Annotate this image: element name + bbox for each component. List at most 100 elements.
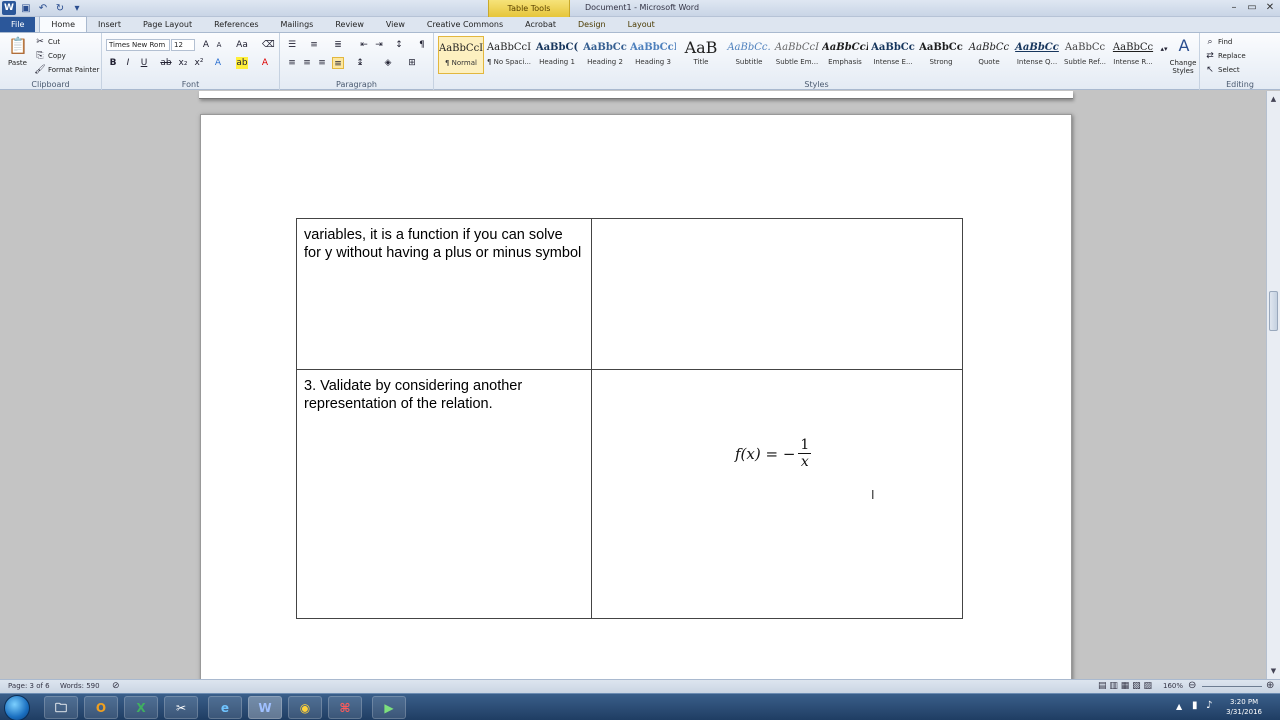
- strikethrough-icon[interactable]: ab: [160, 57, 172, 69]
- tray-arrow-icon[interactable]: ▲: [1176, 702, 1182, 711]
- justify-icon[interactable]: ≡: [332, 57, 344, 69]
- copy-button[interactable]: Copy: [48, 52, 66, 60]
- tab-design[interactable]: Design: [567, 17, 617, 32]
- tab-references[interactable]: References: [203, 17, 269, 32]
- style-heading-3[interactable]: AaBbCcI Heading 3: [630, 36, 676, 74]
- show-formatting-icon[interactable]: ¶: [416, 39, 428, 51]
- scroll-down-icon[interactable]: ▼: [1267, 665, 1280, 677]
- subscript-icon[interactable]: x₂: [177, 57, 189, 69]
- tab-insert[interactable]: Insert: [87, 17, 132, 32]
- table-cell[interactable]: variables, it is a function if you can s…: [296, 218, 592, 370]
- save-icon[interactable]: ▣: [19, 1, 33, 15]
- excel-icon[interactable]: X: [124, 696, 158, 719]
- style-no-spacing[interactable]: AaBbCcI ¶ No Spaci...: [486, 36, 532, 74]
- zoom-out-icon[interactable]: ⊖: [1188, 680, 1196, 691]
- style-strong[interactable]: AaBbCc Strong: [918, 36, 964, 74]
- numbering-icon[interactable]: ≡: [308, 39, 320, 51]
- borders-icon[interactable]: ⊞: [406, 57, 418, 69]
- font-color-icon[interactable]: A: [259, 57, 271, 69]
- paste-icon[interactable]: 📋: [8, 36, 28, 56]
- grow-font-icon[interactable]: A: [200, 39, 212, 51]
- font-name-select[interactable]: Times New Rom: [106, 39, 170, 51]
- style-intense-reference[interactable]: AaBbCc Intense R...: [1110, 36, 1156, 74]
- table-cell[interactable]: [590, 369, 964, 619]
- replace-button[interactable]: Replace: [1218, 52, 1246, 60]
- change-case-icon[interactable]: Aa: [236, 39, 248, 51]
- find-icon[interactable]: ⌕: [1204, 36, 1216, 48]
- style-subtle-emphasis[interactable]: AaBbCcI Subtle Em...: [774, 36, 820, 74]
- document-page[interactable]: variables, it is a function if you can s…: [200, 114, 1072, 679]
- style-subtle-reference[interactable]: AaBbCc Subtle Ref...: [1062, 36, 1108, 74]
- select-icon[interactable]: ↖: [1204, 64, 1216, 76]
- align-center-icon[interactable]: ≡: [301, 57, 313, 69]
- text-effects-icon[interactable]: A: [212, 57, 224, 69]
- shrink-font-icon[interactable]: A: [213, 39, 225, 51]
- word-taskbar-icon[interactable]: W: [248, 696, 282, 719]
- media-player-icon[interactable]: ▶: [372, 696, 406, 719]
- style-heading-2[interactable]: AaBbCc Heading 2: [582, 36, 628, 74]
- italic-icon[interactable]: I: [122, 57, 134, 69]
- bullets-icon[interactable]: ☰: [286, 39, 298, 51]
- zoom-level[interactable]: 160%: [1163, 682, 1183, 690]
- view-buttons-icon[interactable]: ▤ ▥ ▦ ▧ ▨: [1098, 681, 1152, 691]
- tab-mailings[interactable]: Mailings: [270, 17, 325, 32]
- increase-indent-icon[interactable]: ⇥: [373, 39, 385, 51]
- tab-layout[interactable]: Layout: [617, 17, 666, 32]
- superscript-icon[interactable]: x²: [193, 57, 205, 69]
- outlook-icon[interactable]: O: [84, 696, 118, 719]
- tab-file[interactable]: File: [0, 17, 36, 32]
- style-heading-1[interactable]: AaBbC(Heading 1: [534, 36, 580, 74]
- change-styles-icon[interactable]: A: [1172, 36, 1196, 56]
- paste-button[interactable]: Paste: [8, 59, 27, 67]
- align-right-icon[interactable]: ≡: [316, 57, 328, 69]
- network-icon[interactable]: ▮: [1192, 700, 1198, 711]
- document-table[interactable]: variables, it is a function if you can s…: [296, 218, 964, 619]
- scroll-up-icon[interactable]: ▲: [1267, 93, 1280, 105]
- word-logo-icon[interactable]: W: [2, 1, 16, 15]
- style-intense-emphasis[interactable]: AaBbCc Intense E...: [870, 36, 916, 74]
- redo-icon[interactable]: ↻: [53, 1, 67, 15]
- snipping-tool-icon[interactable]: ✂: [164, 696, 198, 719]
- undo-icon[interactable]: ↶: [36, 1, 50, 15]
- underline-icon[interactable]: U: [138, 57, 150, 69]
- styles-scroll-icon[interactable]: ▴▾: [1158, 43, 1170, 55]
- clear-formatting-icon[interactable]: ⌫: [262, 39, 275, 51]
- chrome-icon[interactable]: ◉: [288, 696, 322, 719]
- zoom-slider[interactable]: [1202, 686, 1262, 687]
- tab-review[interactable]: Review: [324, 17, 375, 32]
- style-emphasis[interactable]: AaBbCcI Emphasis: [822, 36, 868, 74]
- volume-icon[interactable]: ♪: [1206, 700, 1212, 711]
- tab-home[interactable]: Home: [39, 16, 88, 32]
- select-button[interactable]: Select: [1218, 66, 1240, 74]
- acrobat-icon[interactable]: ⌘: [328, 696, 362, 719]
- math-equation[interactable]: f(x) = − 1 x: [735, 437, 812, 470]
- maximize-icon[interactable]: ▭: [1244, 1, 1260, 15]
- cut-icon[interactable]: ✂: [34, 36, 46, 48]
- tab-page-layout[interactable]: Page Layout: [132, 17, 203, 32]
- style-subtitle[interactable]: AaBbCc. Subtitle: [726, 36, 772, 74]
- table-cell[interactable]: 3. Validate by considering another repre…: [296, 369, 592, 619]
- style-title[interactable]: AaB Title: [678, 36, 724, 74]
- format-painter-button[interactable]: Format Painter: [48, 66, 99, 74]
- qat-dropdown-icon[interactable]: ▾: [70, 1, 84, 15]
- internet-explorer-icon[interactable]: e: [208, 696, 242, 719]
- copy-icon[interactable]: ⎘: [34, 50, 46, 62]
- minimize-icon[interactable]: –: [1226, 1, 1242, 15]
- proofing-icon[interactable]: ⊘: [112, 681, 120, 691]
- document-area[interactable]: variables, it is a function if you can s…: [0, 91, 1266, 679]
- shading-icon[interactable]: ◈: [382, 57, 394, 69]
- explorer-icon[interactable]: 🗀: [44, 696, 78, 719]
- tab-view[interactable]: View: [375, 17, 416, 32]
- page-count[interactable]: Page: 3 of 6: [8, 682, 50, 690]
- tab-acrobat[interactable]: Acrobat: [514, 17, 567, 32]
- replace-icon[interactable]: ⇄: [1204, 50, 1216, 62]
- vertical-scrollbar[interactable]: ▲ ▼: [1266, 91, 1280, 679]
- close-icon[interactable]: ✕: [1262, 1, 1278, 15]
- sort-icon[interactable]: ↕: [393, 39, 405, 51]
- bold-icon[interactable]: B: [107, 57, 119, 69]
- font-size-select[interactable]: 12: [171, 39, 195, 51]
- decrease-indent-icon[interactable]: ⇤: [358, 39, 370, 51]
- zoom-in-icon[interactable]: ⊕: [1266, 680, 1274, 691]
- multilevel-list-icon[interactable]: ≣: [332, 39, 344, 51]
- style-normal[interactable]: AaBbCcI ¶ Normal: [438, 36, 484, 74]
